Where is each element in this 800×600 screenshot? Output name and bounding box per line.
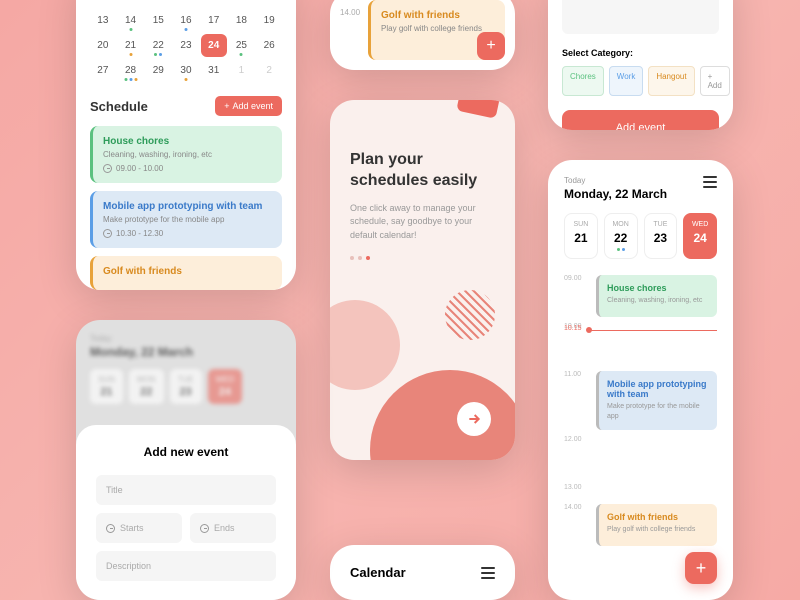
- cal-day[interactable]: 15: [145, 9, 171, 32]
- add-button[interactable]: +: [477, 32, 505, 60]
- add-event-button[interactable]: +Add event: [215, 96, 282, 116]
- cal-day[interactable]: 12: [256, 0, 282, 7]
- cal-day[interactable]: 18: [229, 9, 255, 32]
- cal-day[interactable]: 2: [256, 59, 282, 82]
- ends-input[interactable]: Ends: [190, 513, 276, 543]
- cal-day[interactable]: 11: [229, 0, 255, 7]
- text-area[interactable]: [562, 0, 719, 34]
- cal-day[interactable]: 23: [173, 34, 199, 57]
- cal-day[interactable]: 26: [256, 34, 282, 57]
- cal-day[interactable]: 21: [118, 34, 144, 57]
- cal-day[interactable]: 13: [90, 9, 116, 32]
- day-pill[interactable]: MON22: [604, 213, 638, 259]
- category-chip[interactable]: Work: [609, 66, 644, 96]
- add-button[interactable]: +: [685, 552, 717, 584]
- menu-icon[interactable]: [703, 176, 717, 201]
- cal-day[interactable]: 10: [201, 0, 227, 7]
- category-label: Select Category:: [562, 48, 719, 58]
- category-chip[interactable]: Chores: [562, 66, 604, 96]
- menu-icon[interactable]: [481, 567, 495, 579]
- title-input[interactable]: Title: [96, 475, 276, 505]
- cal-day-selected[interactable]: 24: [201, 34, 227, 57]
- modal-title: Add new event: [96, 445, 276, 459]
- pagination-dots: [350, 256, 495, 260]
- event-card[interactable]: Golf with friends: [90, 256, 282, 290]
- cal-day[interactable]: 30: [173, 59, 199, 82]
- cal-day[interactable]: 6: [90, 0, 116, 7]
- schedule-heading: Schedule: [90, 99, 148, 114]
- timeline-event[interactable]: House choresCleaning, washing, ironing, …: [596, 275, 717, 317]
- add-category-chip[interactable]: + Add: [700, 66, 730, 96]
- category-chip[interactable]: Hangout: [648, 66, 694, 96]
- cal-day[interactable]: 31: [201, 59, 227, 82]
- add-event-modal: Add new event Title Starts Ends Descript…: [76, 425, 296, 600]
- timeline-event[interactable]: Mobile app prototyping with teamMake pro…: [596, 371, 717, 430]
- cal-day[interactable]: 9: [173, 0, 199, 7]
- date-heading: Monday, 22 March: [564, 187, 667, 201]
- now-label: 10.15: [564, 325, 582, 332]
- onboarding-title: Plan your schedules easily: [350, 150, 495, 192]
- plus-icon: +: [224, 101, 229, 111]
- starts-input[interactable]: Starts: [96, 513, 182, 543]
- cal-day[interactable]: 29: [145, 59, 171, 82]
- cal-day[interactable]: 28: [118, 59, 144, 82]
- cal-day[interactable]: 1: [229, 59, 255, 82]
- screen-calendar-schedule: 6789101112 13141516171819 20212223242526…: [76, 0, 296, 290]
- onboarding-subtitle: One click away to manage your schedule, …: [350, 202, 495, 243]
- today-label: Today: [564, 176, 667, 185]
- now-indicator: [590, 330, 717, 331]
- arrow-right-icon: [466, 411, 482, 427]
- event-card[interactable]: Mobile app prototyping with team Make pr…: [90, 191, 282, 248]
- screen-calendar-header: Calendar: [330, 545, 515, 600]
- clock-icon: [200, 524, 209, 533]
- cal-day[interactable]: 7: [118, 0, 144, 7]
- cal-day[interactable]: 14: [118, 9, 144, 32]
- cal-day[interactable]: 17: [201, 9, 227, 32]
- calendar-icon: [456, 100, 503, 119]
- timeline: 09.00 House choresCleaning, washing, iro…: [564, 275, 717, 552]
- description-input[interactable]: Description: [96, 551, 276, 581]
- day-pill-selected[interactable]: WED24: [683, 213, 717, 259]
- screen-add-event: Today Monday, 22 March SUN21 MON22 TUE23…: [76, 320, 296, 600]
- clock-icon: [106, 524, 115, 533]
- day-pill[interactable]: TUE23: [644, 213, 678, 259]
- next-button[interactable]: [457, 402, 491, 436]
- day-pill[interactable]: SUN21: [564, 213, 598, 259]
- time-label: 14.00: [340, 0, 360, 60]
- screen-day-view: Today Monday, 22 March SUN21 MON22 TUE23…: [548, 160, 733, 600]
- page-title: Calendar: [350, 565, 406, 580]
- calendar-grid: 6789101112 13141516171819 20212223242526…: [90, 0, 282, 82]
- clock-icon: [103, 229, 112, 238]
- clock-icon: [103, 164, 112, 173]
- cal-day[interactable]: 20: [90, 34, 116, 57]
- add-event-button[interactable]: Add event: [562, 110, 719, 130]
- cal-day[interactable]: 22: [145, 34, 171, 57]
- illustration: [330, 280, 515, 460]
- event-card[interactable]: House chores Cleaning, washing, ironing,…: [90, 126, 282, 183]
- cal-day[interactable]: 16: [173, 9, 199, 32]
- cal-day[interactable]: 27: [90, 59, 116, 82]
- cal-day[interactable]: 19: [256, 9, 282, 32]
- cal-day[interactable]: 25: [229, 34, 255, 57]
- cal-day[interactable]: 8: [145, 0, 171, 7]
- timeline-event[interactable]: Golf with friendsPlay golf with college …: [596, 504, 717, 546]
- screen-categories: Select Category: Chores Work Hangout + A…: [548, 0, 733, 130]
- screen-onboarding: Plan your schedules easily One click awa…: [330, 100, 515, 460]
- screen-event-snippet: 14.00 Golf with friends Play golf with c…: [330, 0, 515, 70]
